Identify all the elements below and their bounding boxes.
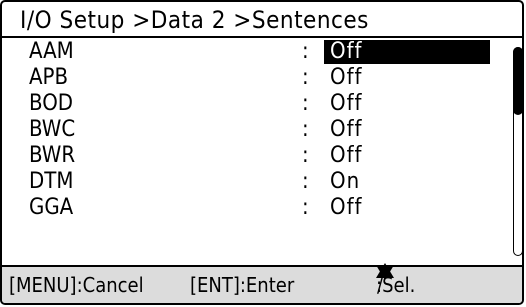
separator: : [302, 195, 309, 220]
sentence-value[interactable]: Off [324, 144, 490, 168]
key-hint-footer: [MENU]:Cancel [ENT]:Enter /:Sel. [2, 263, 522, 303]
separator: : [302, 169, 309, 194]
scrollbar[interactable] [513, 47, 522, 256]
sentence-value[interactable]: Off [324, 40, 490, 64]
sentence-label: BOD [29, 91, 74, 116]
select-suffix: :Sel. [376, 273, 416, 297]
separator: : [302, 143, 309, 168]
sentence-row-dtm[interactable]: DTM : On [2, 169, 522, 195]
sentence-row-bwc[interactable]: BWC : Off [2, 117, 522, 143]
sentence-row-apb[interactable]: APB : Off [2, 65, 522, 91]
sentence-row-aam[interactable]: AAM : Off [2, 39, 522, 65]
cancel-hint: [MENU]:Cancel [9, 273, 144, 297]
sentence-label: DTM [29, 169, 74, 194]
sentence-value[interactable]: Off [324, 92, 490, 116]
menu-screen: I/O Setup >Data 2 >Sentences AAM : Off A… [0, 0, 524, 305]
sentence-value[interactable]: Off [324, 66, 490, 90]
breadcrumb-title: I/O Setup >Data 2 >Sentences [2, 2, 522, 38]
scrollbar-thumb[interactable] [513, 47, 522, 115]
enter-hint: [ENT]:Enter [190, 273, 295, 297]
sentence-label: APB [29, 65, 69, 90]
separator: : [302, 117, 309, 142]
sentence-value[interactable]: Off [324, 118, 490, 142]
sentence-label: BWR [29, 143, 76, 168]
sentence-label: BWC [29, 117, 76, 142]
separator: : [302, 65, 309, 90]
sentence-label: GGA [29, 195, 74, 220]
separator: : [302, 91, 309, 116]
sentence-label: AAM [29, 39, 74, 64]
sentence-row-bod[interactable]: BOD : Off [2, 91, 522, 117]
separator: : [302, 39, 309, 64]
sentence-row-bwr[interactable]: BWR : Off [2, 143, 522, 169]
sentence-row-gga[interactable]: GGA : Off [2, 195, 522, 221]
sentence-value[interactable]: On [324, 170, 490, 194]
sentence-value[interactable]: Off [324, 196, 490, 220]
sentence-list: AAM : Off APB : Off BOD : Off BWC : Off … [2, 39, 522, 262]
